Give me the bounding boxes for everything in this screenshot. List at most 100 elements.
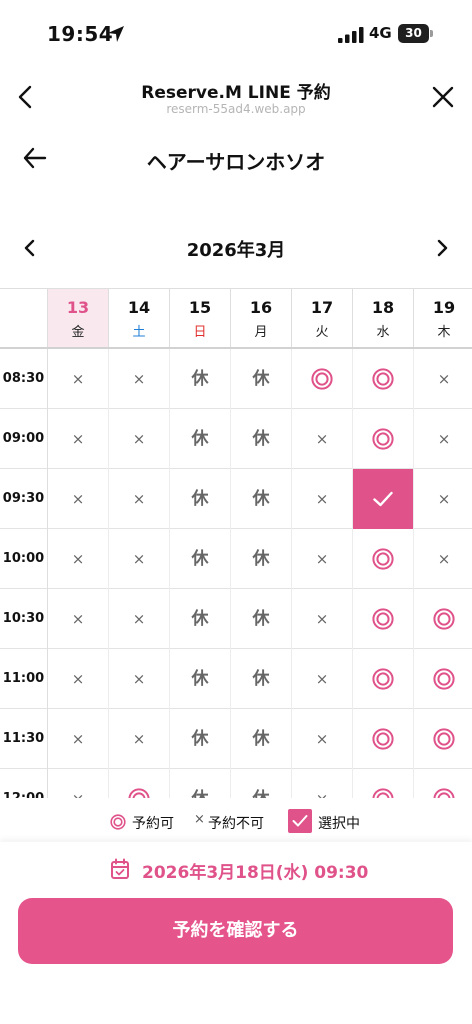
slot-available[interactable] (353, 349, 414, 409)
double-circle-icon (372, 608, 394, 630)
slot-available[interactable] (414, 649, 472, 709)
slot-unavailable: × (414, 469, 472, 529)
slot-available[interactable] (353, 769, 414, 798)
day-weekday: 火 (315, 325, 329, 340)
unavailable-cross-icon: × (194, 812, 205, 827)
double-circle-icon (372, 788, 394, 798)
slot-unavailable: × (109, 469, 170, 529)
month-navigation: 2026年3月 (0, 228, 472, 268)
double-circle-icon (372, 548, 394, 570)
slot-closed: 休 (170, 709, 231, 769)
time-slot-row: 09:00 × × 休休 × × (0, 409, 472, 469)
status-time: 19:54 (47, 22, 114, 46)
slot-unavailable: × (109, 589, 170, 649)
time-label: 08:30 (0, 349, 48, 409)
slot-unavailable: × (292, 649, 353, 709)
slot-unavailable: × (48, 769, 109, 798)
day-column-header: 18 水 (353, 289, 414, 347)
day-column-header: 14 土 (109, 289, 170, 347)
footer: 2026年3月18日(水) 09:30 予約を確認する (0, 842, 472, 1024)
slot-available[interactable] (414, 709, 472, 769)
time-label: 11:00 (0, 649, 48, 709)
day-weekday: 月 (254, 325, 268, 340)
location-arrow-icon (108, 26, 124, 42)
selected-slot-info: 2026年3月18日(水) 09:30 (0, 856, 472, 886)
time-label: 12:00 (0, 769, 48, 798)
page-title: ヘアーサロンホソオ (146, 150, 326, 174)
slot-unavailable: × (292, 769, 353, 798)
slot-unavailable: × (292, 529, 353, 589)
browser-nav-bar: Reserve.M LINE 予約 reserm-55ad4.web.app (0, 64, 472, 130)
day-column-header: 16 月 (231, 289, 292, 347)
double-circle-icon (372, 728, 394, 750)
slot-unavailable: × (109, 649, 170, 709)
day-weekday: 日 (193, 325, 207, 340)
slot-unavailable: × (48, 409, 109, 469)
next-month-icon[interactable] (432, 238, 452, 258)
time-label: 11:30 (0, 709, 48, 769)
slot-available[interactable] (353, 649, 414, 709)
slot-available[interactable] (109, 769, 170, 798)
slot-available[interactable] (414, 769, 472, 798)
slot-closed: 休 (170, 769, 231, 798)
slot-closed: 休 (231, 349, 292, 409)
browser-title: Reserve.M LINE 予約 (141, 83, 331, 103)
slot-closed: 休 (170, 649, 231, 709)
day-weekday: 木 (437, 325, 451, 340)
slot-closed: 休 (231, 709, 292, 769)
day-date: 18 (371, 298, 395, 317)
time-slot-row: 11:30 × × 休休 × (0, 709, 472, 769)
slot-unavailable: × (414, 349, 472, 409)
battery-icon: 30 (398, 24, 433, 43)
selected-datetime: 2026年3月18日(水) 09:30 (142, 863, 369, 883)
double-circle-icon (433, 608, 455, 630)
slot-closed: 休 (170, 469, 231, 529)
legend-selected-label: 選択中 (318, 816, 360, 832)
slot-unavailable: × (109, 529, 170, 589)
slot-available[interactable] (353, 409, 414, 469)
calendar-check-icon (111, 858, 129, 879)
slot-unavailable: × (414, 409, 472, 469)
slot-available[interactable] (353, 589, 414, 649)
battery-level: 30 (398, 24, 429, 43)
double-circle-icon (433, 788, 455, 798)
time-label: 09:30 (0, 469, 48, 529)
battery-tip (430, 30, 433, 37)
legend-unavailable-label: 予約不可 (208, 816, 264, 832)
slot-available[interactable] (353, 709, 414, 769)
time-label: 09:00 (0, 409, 48, 469)
day-column-header: 15 日 (170, 289, 231, 347)
check-icon (373, 491, 393, 507)
day-date: 15 (188, 298, 212, 317)
close-icon[interactable] (430, 84, 456, 110)
slot-selected[interactable] (353, 469, 414, 529)
slot-closed: 休 (231, 589, 292, 649)
day-weekday: 土 (132, 325, 146, 340)
slot-closed: 休 (170, 349, 231, 409)
double-circle-icon (433, 728, 455, 750)
time-slot-row: 10:00 × × 休休 × × (0, 529, 472, 589)
slot-available[interactable] (414, 589, 472, 649)
header-corner (0, 289, 48, 347)
slot-unavailable: × (48, 469, 109, 529)
slot-closed: 休 (170, 589, 231, 649)
day-weekday: 金 (71, 325, 85, 340)
slot-unavailable: × (292, 709, 353, 769)
confirm-reservation-button[interactable]: 予約を確認する (18, 898, 453, 964)
available-double-circle-icon (110, 814, 126, 830)
time-label: 10:00 (0, 529, 48, 589)
day-date: 17 (310, 298, 334, 317)
slot-closed: 休 (231, 469, 292, 529)
time-slot-row: 11:00 × × 休休 × (0, 649, 472, 709)
network-type: 4G (369, 24, 392, 42)
double-circle-icon (372, 668, 394, 690)
double-circle-icon (311, 368, 333, 390)
slot-available[interactable] (292, 349, 353, 409)
slot-unavailable: × (48, 709, 109, 769)
slot-unavailable: × (48, 529, 109, 589)
legend: 予約可 × 予約不可 選択中 (0, 806, 472, 838)
slot-unavailable: × (109, 409, 170, 469)
slot-unavailable: × (48, 649, 109, 709)
slot-available[interactable] (353, 529, 414, 589)
slot-closed: 休 (170, 529, 231, 589)
